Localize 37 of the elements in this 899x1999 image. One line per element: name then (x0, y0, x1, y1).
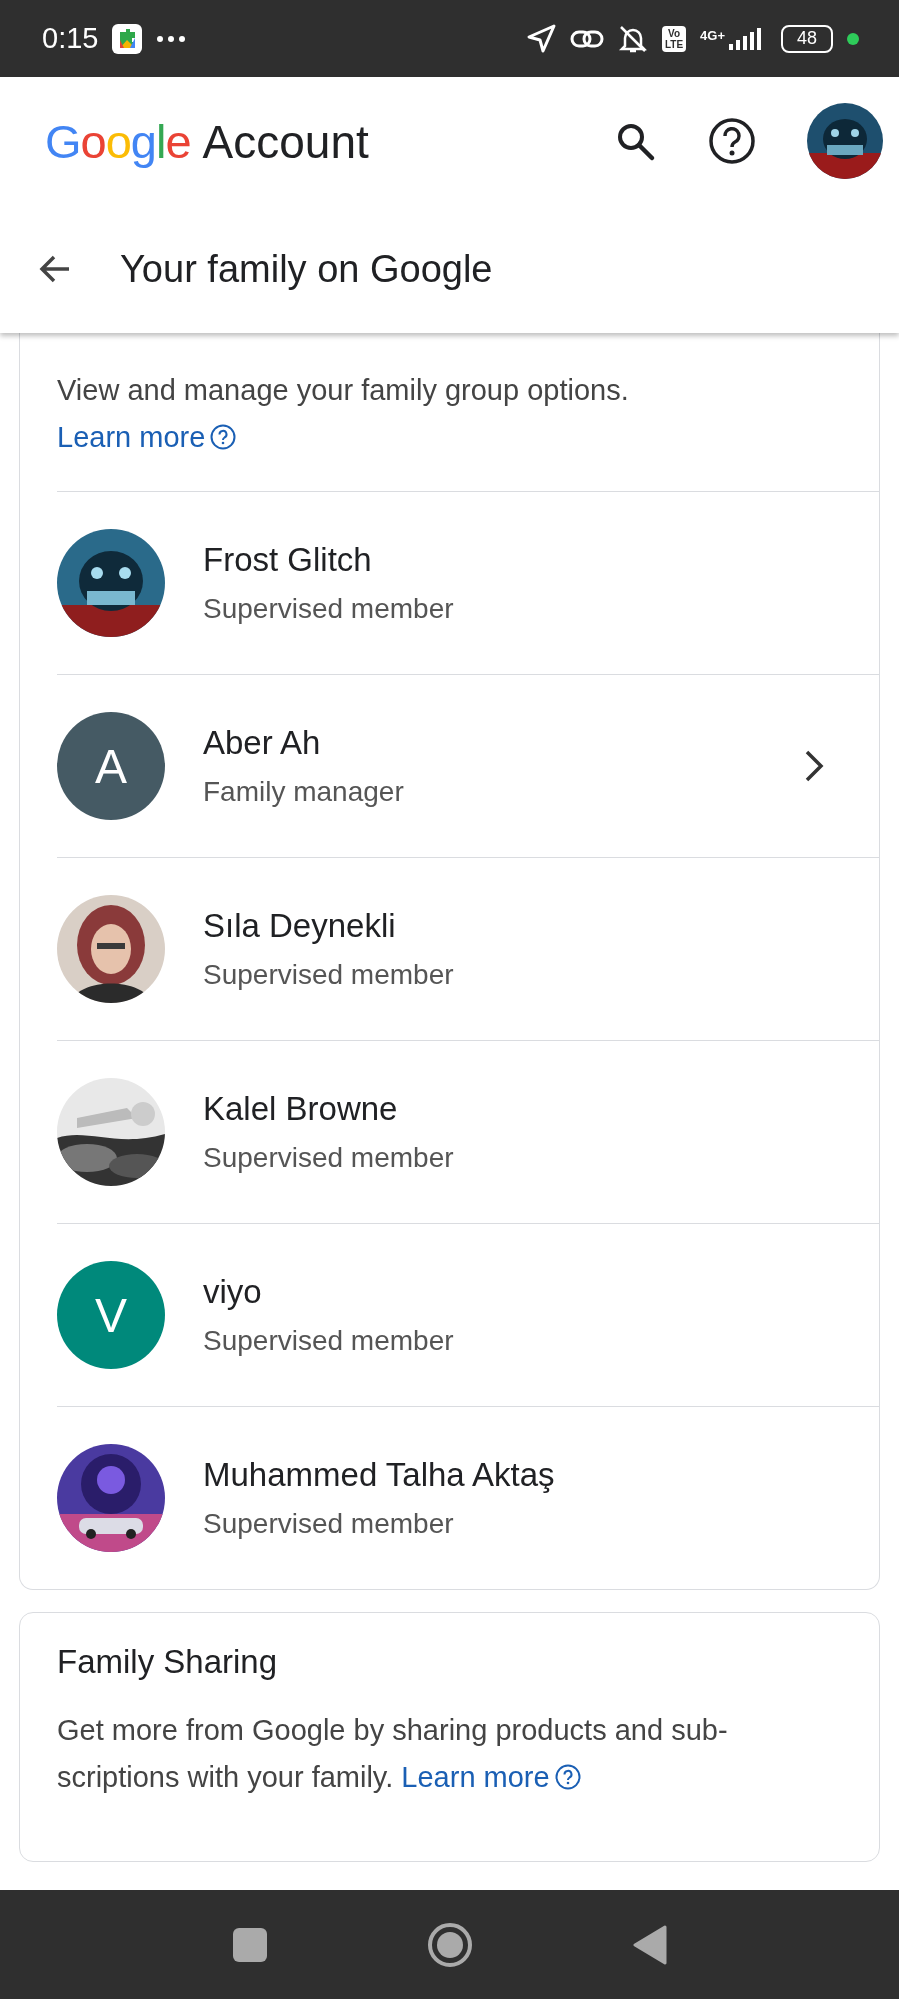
more-icon (156, 34, 187, 43)
product-name: Account (202, 114, 369, 169)
member-role: Supervised member (203, 1142, 455, 1174)
learn-more-link[interactable]: Learn more (401, 1761, 582, 1793)
member-name: viyo (203, 1273, 263, 1311)
volte-icon: Vo LTE (661, 25, 687, 52)
help-icon (553, 1763, 582, 1791)
member-name: Kalel Browne (203, 1090, 399, 1128)
member-role: Family manager (203, 776, 405, 808)
card-title: Family Sharing (57, 1643, 279, 1681)
help-icon (209, 423, 238, 451)
indicator-dot-icon (847, 32, 859, 45)
home-icon[interactable] (426, 1921, 473, 1968)
recent-apps-icon[interactable] (232, 1927, 267, 1962)
member-role: Supervised member (203, 1325, 455, 1357)
member-name: Muhammed Talha Aktaş (203, 1456, 556, 1494)
help-icon[interactable] (707, 116, 757, 166)
avatar: A (57, 712, 165, 820)
member-name: Frost Glitch (203, 541, 373, 579)
back-icon[interactable] (632, 1924, 667, 1965)
member-name: Sıla Deynekli (203, 907, 397, 945)
bell-off-icon (617, 23, 648, 54)
navigation-arrow-icon (525, 23, 556, 54)
member-role: Supervised member (203, 1508, 455, 1540)
member-role: Supervised member (203, 959, 455, 991)
clock-time: 0:15 (42, 22, 99, 55)
app-icon (112, 23, 143, 54)
network-type: 4G+ (700, 27, 725, 43)
description-text: Get more from Google by sharing products and sub-scriptions with your family. Learn more (57, 1713, 729, 1795)
battery-icon: 48 (781, 24, 833, 53)
description-text: View and manage your family group options. Learn more (57, 367, 879, 492)
brand-logo: Google (45, 113, 191, 169)
member-role: Supervised member (203, 593, 455, 625)
learn-more-link[interactable]: Learn more (57, 421, 238, 453)
page-title: Your family on Google (120, 247, 493, 291)
member-name: Aber Ah (203, 724, 322, 762)
avatar: V (57, 1261, 165, 1369)
